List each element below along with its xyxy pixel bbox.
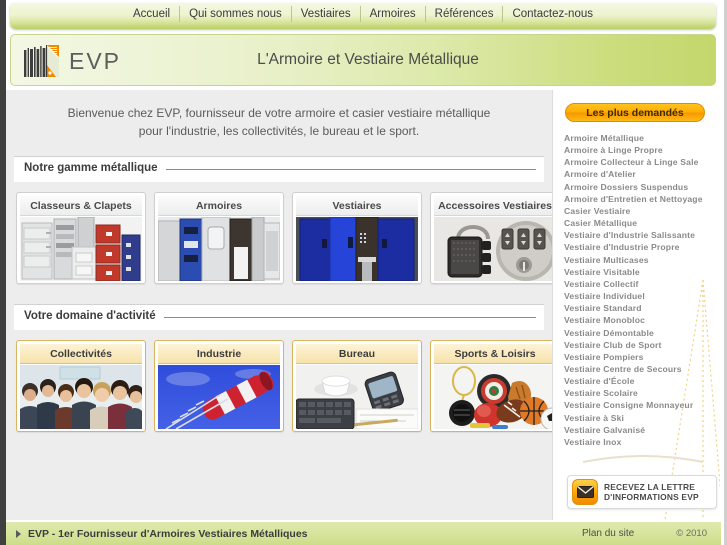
sidebar-link-vestiaire-pompiers[interactable]: Vestiaire Pompiers [564, 351, 720, 363]
welcome-line-2: pour l'industrie, les collectivités, le … [138, 124, 420, 138]
card-thumbnail-classeurs [20, 217, 142, 281]
sidebar-link-casier-metallique[interactable]: Casier Métallique [564, 217, 720, 229]
sidebar-link-vestiaire-industrie-propre[interactable]: Vestiaire d'Industrie Propre [564, 241, 720, 253]
top-navigation-bar: Accueil Qui sommes nous Vestiaires Armoi… [10, 3, 716, 29]
site-header: EVP L'Armoire et Vestiaire Métallique [10, 34, 716, 86]
sidebar-link-vestiaire-individuel[interactable]: Vestiaire Individuel [564, 290, 720, 302]
sidebar-link-vestiaire-galvanise[interactable]: Vestiaire Galvanisé [564, 424, 720, 436]
triangle-right-icon [16, 529, 21, 538]
sidebar-link-vestiaire-visitable[interactable]: Vestiaire Visitable [564, 266, 720, 278]
section-header-domaine: Votre domaine d'activité [14, 304, 544, 330]
sidebar-link-vestiaire-centre-de-secours[interactable]: Vestiaire Centre de Secours [564, 363, 720, 375]
copyright-text: © 2010 [676, 528, 707, 539]
card-caption: Vestiaires [296, 196, 418, 216]
welcome-text: Bienvenue chez EVP, fournisseur de votre… [6, 90, 552, 148]
page-title: L'Armoire et Vestiaire Métallique [257, 51, 479, 68]
sidebar-link-armoire-linge-propre[interactable]: Armoire à Linge Propre [564, 144, 720, 156]
sidebar-link-armoire-metallique[interactable]: Armoire Métallique [564, 132, 720, 144]
sidebar-link-armoire-atelier[interactable]: Armoire d'Atelier [564, 168, 720, 180]
card-thumbnail-industrie [158, 365, 280, 429]
sidebar-link-armoire-dossiers-suspendus[interactable]: Armoire Dossiers Suspendus [564, 181, 720, 193]
card-thumbnail-vestiaires [296, 217, 418, 281]
card-caption: Accessoires Vestiaires [434, 196, 556, 216]
card-caption: Bureau [296, 344, 418, 364]
card-armoires[interactable]: Armoires [154, 192, 284, 284]
card-bureau[interactable]: Bureau [292, 340, 422, 432]
sidebar-link-vestiaire-a-ski[interactable]: Vestiaire à Ski [564, 412, 720, 424]
newsletter-line-1: RECEVEZ LA LETTRE [604, 482, 696, 492]
card-accessoires-vestiaires[interactable]: Accessoires Vestiaires [430, 192, 560, 284]
nav-qui-sommes-nous[interactable]: Qui sommes nous [180, 6, 292, 22]
sidebar-link-vestiaire-collectif[interactable]: Vestiaire Collectif [564, 278, 720, 290]
card-caption: Industrie [158, 344, 280, 364]
card-industrie[interactable]: Industrie [154, 340, 284, 432]
sidebar-link-vestiaire-industrie-salissante[interactable]: Vestiaire d'Industrie Salissante [564, 229, 720, 241]
card-vestiaires[interactable]: Vestiaires [292, 192, 422, 284]
sidebar-link-vestiaire-inox[interactable]: Vestiaire Inox [564, 436, 720, 448]
card-collectivites[interactable]: Collectivités [16, 340, 146, 432]
site-footer: EVP - 1er Fournisseur d'Armoires Vestiai… [6, 522, 721, 545]
footer-tagline: EVP - 1er Fournisseur d'Armoires Vestiai… [28, 527, 308, 540]
welcome-line-1: Bienvenue chez EVP, fournisseur de votre… [67, 106, 491, 120]
les-plus-demandes-button[interactable]: Les plus demandés [565, 103, 705, 122]
card-caption: Classeurs & Clapets [20, 196, 142, 216]
card-classeurs-clapets[interactable]: Classeurs & Clapets [16, 192, 146, 284]
domain-card-row: Collectivités Industrie Bureau Sports & … [6, 330, 560, 432]
nav-vestiaires[interactable]: Vestiaires [292, 6, 361, 22]
sidebar-link-casier-vestiaire[interactable]: Casier Vestiaire [564, 205, 720, 217]
sidebar-link-vestiaire-ecole[interactable]: Vestiaire d'École [564, 375, 720, 387]
main-content: Bienvenue chez EVP, fournisseur de votre… [6, 90, 560, 520]
card-caption: Armoires [158, 196, 280, 216]
sidebar-link-vestiaire-multicases[interactable]: Vestiaire Multicases [564, 254, 720, 266]
section-title-gamme: Notre gamme métallique [24, 162, 166, 174]
card-thumbnail-sports [434, 365, 556, 429]
card-caption: Collectivités [20, 344, 142, 364]
newsletter-label: RECEVEZ LA LETTRE D'INFORMATIONS EVP [604, 482, 699, 502]
sidebar-link-vestiaire-monobloc[interactable]: Vestiaire Monobloc [564, 314, 720, 326]
sidebar-link-armoire-collecteur-linge-sale[interactable]: Armoire Collecteur à Linge Sale [564, 156, 720, 168]
page-root: Accueil Qui sommes nous Vestiaires Armoi… [0, 0, 727, 545]
section-title-domaine: Votre domaine d'activité [24, 310, 164, 322]
nav-armoires[interactable]: Armoires [361, 6, 426, 22]
nav-list: Accueil Qui sommes nous Vestiaires Armoi… [10, 5, 716, 23]
card-sports-loisirs[interactable]: Sports & Loisirs [430, 340, 560, 432]
nav-references[interactable]: Références [426, 6, 504, 22]
product-card-row: Classeurs & Clapets Armoires Vestiaires … [6, 182, 560, 284]
popular-links-list: Armoire Métallique Armoire à Linge Propr… [564, 132, 720, 448]
envelope-icon [572, 479, 598, 505]
card-thumbnail-accessoires [434, 217, 556, 281]
nav-accueil[interactable]: Accueil [124, 6, 181, 22]
sidebar-link-armoire-entretien-nettoyage[interactable]: Armoire d'Entretien et Nettoyage [564, 193, 720, 205]
card-thumbnail-bureau [296, 365, 418, 429]
newsletter-line-2: D'INFORMATIONS EVP [604, 492, 699, 502]
nav-contactez-nous[interactable]: Contactez-nous [503, 6, 602, 22]
sidebar-link-vestiaire-scolaire[interactable]: Vestiaire Scolaire [564, 387, 720, 399]
sitemap-link[interactable]: Plan du site [582, 528, 634, 539]
footer-meta-group: Plan du site © 2010 [582, 522, 707, 545]
sidebar-link-vestiaire-standard[interactable]: Vestiaire Standard [564, 302, 720, 314]
card-thumbnail-armoires [158, 217, 280, 281]
card-thumbnail-collectivites [20, 365, 142, 429]
footer-title-group: EVP - 1er Fournisseur d'Armoires Vestiai… [16, 522, 308, 545]
card-caption: Sports & Loisirs [434, 344, 556, 364]
sidebar-link-vestiaire-demontable[interactable]: Vestiaire Démontable [564, 327, 720, 339]
sidebar: Les plus demandés Armoire Métallique Arm… [552, 90, 720, 520]
sidebar-link-vestiaire-club-de-sport[interactable]: Vestiaire Club de Sport [564, 339, 720, 351]
section-header-gamme: Notre gamme métallique [14, 156, 544, 182]
newsletter-signup-box[interactable]: RECEVEZ LA LETTRE D'INFORMATIONS EVP [567, 475, 717, 509]
sidebar-link-vestiaire-consigne-monnayeur[interactable]: Vestiaire Consigne Monnayeur [564, 399, 720, 411]
